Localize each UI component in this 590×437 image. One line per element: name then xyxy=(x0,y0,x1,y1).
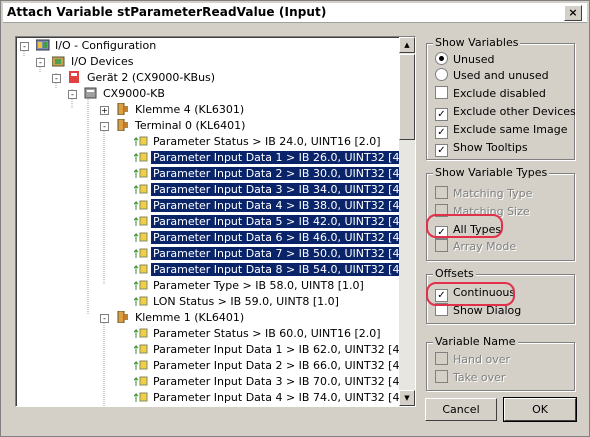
scroll-up-button[interactable]: ▲ xyxy=(399,37,415,53)
scroll-down-button[interactable]: ▼ xyxy=(399,390,415,406)
tree-node-terminal-0[interactable]: Terminal 0 (KL6401) xyxy=(116,118,247,134)
tree-var-parameter-input-data-3[interactable]: Parameter Input Data 3 > IB 34.0, UINT32… xyxy=(133,182,415,198)
window-title: Attach Variable stParameterReadValue (In… xyxy=(7,5,327,19)
exclude-same-image-checkbox[interactable]: ✓ Exclude same Image xyxy=(435,122,568,139)
exclude-disabled-checkbox[interactable]: Exclude disabled xyxy=(435,86,546,102)
show-variables-group: Show Variables Unused Used and unused Ex… xyxy=(426,36,576,160)
input-variable-icon xyxy=(133,167,148,179)
input-variable-icon xyxy=(133,343,148,355)
input-variable-icon xyxy=(133,183,148,195)
tree-var-parameter-input-data-1[interactable]: Parameter Input Data 1 > IB 62.0, UINT32… xyxy=(133,342,415,358)
show-tooltips-checkbox[interactable]: ✓ Show Tooltips xyxy=(435,140,528,157)
checkbox-indicator xyxy=(435,239,448,252)
show-variable-types-title: Show Variable Types xyxy=(433,166,550,179)
input-variable-icon xyxy=(133,247,148,259)
input-variable-icon xyxy=(133,295,148,307)
matching-type-checkbox[interactable]: Matching Type xyxy=(435,186,532,202)
device-icon xyxy=(68,71,82,83)
expand-klemme-4[interactable]: + xyxy=(100,106,109,115)
show-variables-title: Show Variables xyxy=(433,36,521,49)
terminal-icon xyxy=(116,118,130,132)
ok-button[interactable]: OK xyxy=(503,397,577,422)
checkbox-indicator xyxy=(435,370,448,383)
input-variable-icon xyxy=(133,263,148,275)
expand-cx9000-kb[interactable]: - xyxy=(68,90,77,99)
tree-node-klemme-1[interactable]: Klemme 1 (KL6401) xyxy=(116,310,246,326)
config-icon xyxy=(35,39,50,51)
unused-radio[interactable]: Unused xyxy=(435,52,494,68)
checkbox-indicator xyxy=(435,186,448,199)
input-variable-icon xyxy=(133,199,148,211)
tree-var-parameter-input-data-8[interactable]: Parameter Input Data 8 > IB 54.0, UINT32… xyxy=(133,262,415,278)
variable-tree[interactable]: - I/O - Configuration - I/O Devices - Ge… xyxy=(15,36,416,407)
expand-terminal-0[interactable]: - xyxy=(100,122,109,131)
expand-geraet-2[interactable]: - xyxy=(52,74,61,83)
used-and-unused-radio[interactable]: Used and unused xyxy=(435,68,549,84)
close-button[interactable]: × xyxy=(564,5,582,21)
tree-var-parameter-type[interactable]: Parameter Type > IB 58.0, UINT8 [1.0] xyxy=(133,278,366,294)
tree-node-cx9000-kb[interactable]: CX9000-KB xyxy=(84,86,167,102)
terminal-icon xyxy=(116,102,130,116)
tree-var-parameter-input-data-2[interactable]: Parameter Input Data 2 > IB 30.0, UINT32… xyxy=(133,166,415,182)
input-variable-icon xyxy=(133,359,148,371)
tree-node-io-devices[interactable]: I/O Devices xyxy=(51,54,135,70)
variable-name-title: Variable Name xyxy=(433,335,518,348)
tree-var-parameter-input-data-3[interactable]: Parameter Input Data 3 > IB 70.0, UINT32… xyxy=(133,374,415,390)
all-types-highlight-ring xyxy=(426,214,503,238)
tree-var-lon-status[interactable]: LON Status > IB 59.0, UINT8 [1.0] xyxy=(133,294,341,310)
check-icon: ✓ xyxy=(435,108,448,121)
variable-name-group: Variable Name Hand over Take over xyxy=(426,335,575,391)
tree-var-parameter-input-data-7[interactable]: Parameter Input Data 7 > IB 50.0, UINT32… xyxy=(133,246,415,262)
tree-var-parameter-status[interactable]: Parameter Status > IB 60.0, UINT16 [2.0] xyxy=(133,326,383,342)
input-variable-icon xyxy=(133,279,148,291)
tree-var-parameter-input-data-6[interactable]: Parameter Input Data 6 > IB 46.0, UINT32… xyxy=(133,230,415,246)
scroll-thumb[interactable] xyxy=(399,54,415,140)
cancel-button[interactable]: Cancel xyxy=(425,398,497,421)
radio-indicator xyxy=(435,52,448,65)
checkbox-indicator xyxy=(435,352,448,365)
input-variable-icon xyxy=(133,215,148,227)
bus-icon xyxy=(84,87,98,99)
hand-over-checkbox[interactable]: Hand over xyxy=(435,352,510,368)
input-variable-icon xyxy=(133,135,148,147)
offsets-title: Offsets xyxy=(433,267,476,280)
expand-io-devices[interactable]: - xyxy=(36,58,45,67)
checkbox-indicator xyxy=(435,86,448,99)
tree-var-parameter-input-data-4[interactable]: Parameter Input Data 4 > IB 38.0, UINT32… xyxy=(133,198,415,214)
input-variable-icon xyxy=(133,151,148,163)
tree-var-parameter-input-data-4[interactable]: Parameter Input Data 4 > IB 74.0, UINT32… xyxy=(133,390,415,406)
input-variable-icon xyxy=(133,231,148,243)
tree-var-parameter-input-data-5[interactable]: Parameter Input Data 5 > IB 42.0, UINT32… xyxy=(133,214,415,230)
radio-indicator xyxy=(435,68,448,81)
expand-klemme-1[interactable]: - xyxy=(100,314,109,323)
check-icon: ✓ xyxy=(435,126,448,139)
input-variable-icon xyxy=(133,327,148,339)
tree-node-io-configuration[interactable]: I/O - Configuration xyxy=(35,38,158,54)
tree-vertical-scrollbar[interactable]: ▲ ▼ xyxy=(399,37,415,406)
take-over-checkbox[interactable]: Take over xyxy=(435,370,505,386)
tree-var-parameter-input-data-2[interactable]: Parameter Input Data 2 > IB 66.0, UINT32… xyxy=(133,358,415,374)
continuous-highlight-ring xyxy=(426,282,515,306)
tree-var-parameter-input-data-1[interactable]: Parameter Input Data 1 > IB 26.0, UINT32… xyxy=(133,150,415,166)
check-icon: ✓ xyxy=(435,144,448,157)
expand-io-config[interactable]: - xyxy=(20,42,29,51)
attach-variable-dialog: Attach Variable stParameterReadValue (In… xyxy=(0,0,590,437)
tree-node-klemme-4[interactable]: Klemme 4 (KL6301) xyxy=(116,102,246,118)
devices-icon xyxy=(51,55,66,67)
tree-var-parameter-status[interactable]: Parameter Status > IB 24.0, UINT16 [2.0] xyxy=(133,134,383,150)
input-variable-icon xyxy=(133,391,148,403)
terminal-icon xyxy=(116,310,130,324)
exclude-other-devices-checkbox[interactable]: ✓ Exclude other Devices xyxy=(435,104,576,121)
array-mode-checkbox[interactable]: Array Mode xyxy=(435,239,516,255)
tree-node-geraet-2[interactable]: Gerät 2 (CX9000-KBus) xyxy=(68,70,217,86)
input-variable-icon xyxy=(133,375,148,387)
title-bar: Attach Variable stParameterReadValue (In… xyxy=(3,3,587,23)
